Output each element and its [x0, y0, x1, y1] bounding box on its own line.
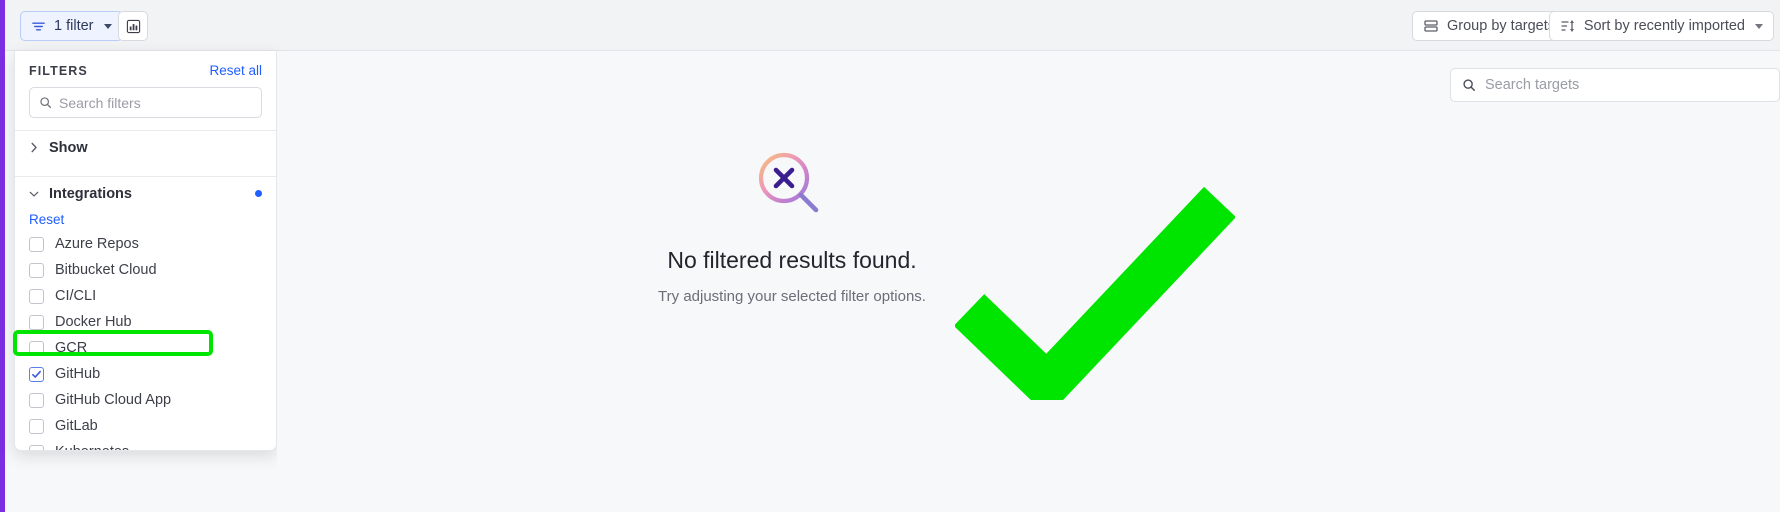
integrations-reset-wrap: Reset: [15, 210, 276, 231]
view-toggle-button[interactable]: [118, 11, 148, 41]
filter-option-docker-hub[interactable]: Docker Hub: [15, 309, 276, 335]
filter-option-ci-cli[interactable]: CI/CLI: [15, 283, 276, 309]
targets-search-box[interactable]: [1450, 68, 1780, 102]
filter-section-show-label: Show: [49, 139, 88, 156]
filter-search-input[interactable]: [59, 94, 252, 111]
empty-state-subtitle: Try adjusting your selected filter optio…: [658, 288, 926, 305]
filter-option-label: GCR: [55, 340, 88, 356]
integrations-reset-link[interactable]: Reset: [29, 212, 64, 227]
sort-by-button[interactable]: Sort by recently imported: [1548, 11, 1774, 41]
filter-option-github[interactable]: GitHub: [15, 361, 276, 387]
reset-all-link[interactable]: Reset all: [209, 63, 262, 78]
checkbox[interactable]: [29, 392, 44, 408]
filter-button[interactable]: 1 filter: [20, 11, 123, 41]
active-filter-dot-badge: [255, 190, 262, 197]
checkbox[interactable]: [29, 262, 44, 278]
search-icon: [39, 96, 52, 109]
checkbox[interactable]: [29, 314, 44, 330]
rows-icon: [1423, 18, 1439, 34]
checkbox[interactable]: [29, 340, 44, 356]
filter-section-show[interactable]: Show: [15, 131, 276, 164]
chevron-down-icon: [103, 23, 112, 29]
filter-option-bitbucket-cloud[interactable]: Bitbucket Cloud: [15, 257, 276, 283]
chevron-right-icon: [29, 142, 39, 153]
filter-option-label: GitLab: [55, 418, 98, 434]
filter-option-label: CI/CLI: [55, 288, 97, 304]
checkbox[interactable]: [29, 444, 44, 450]
search-icon: [1462, 78, 1476, 92]
filter-option-gcr[interactable]: GCR: [15, 335, 276, 361]
filter-section-integrations-label: Integrations: [49, 185, 132, 202]
main-content: No filtered results found. Try adjusting…: [277, 51, 1780, 512]
filter-option-label: Bitbucket Cloud: [55, 262, 157, 278]
filter-option-label: Kubernetes: [55, 444, 129, 450]
filter-search-box[interactable]: [29, 87, 262, 118]
filter-option-kubernetes[interactable]: Kubernetes: [15, 439, 276, 450]
top-toolbar: 1 filter Group by targets Sort by recent…: [5, 0, 1780, 51]
left-nav-rail: [0, 0, 5, 512]
targets-search-input[interactable]: [1485, 77, 1768, 93]
magnifier-x-icon: [750, 147, 834, 231]
filter-section-integrations[interactable]: Integrations: [15, 177, 276, 210]
filter-option-gitlab[interactable]: GitLab: [15, 413, 276, 439]
app-root: 1 filter Group by targets Sort by recent…: [0, 0, 1780, 512]
sort-icon: [1560, 18, 1576, 34]
filter-option-github-cloud-app[interactable]: GitHub Cloud App: [15, 387, 276, 413]
sort-by-label: Sort by recently imported: [1583, 17, 1745, 34]
chevron-down-icon: [29, 190, 39, 198]
empty-state: No filtered results found. Try adjusting…: [277, 147, 1307, 305]
filter-option-azure-repos[interactable]: Azure Repos: [15, 231, 276, 257]
filters-title: FILTERS: [29, 63, 88, 78]
chevron-down-icon: [1755, 23, 1763, 29]
chart-bar-icon: [126, 19, 141, 34]
filters-panel: FILTERS Reset all Show: [14, 51, 277, 451]
filter-option-label: Azure Repos: [55, 236, 139, 252]
filters-panel-header: FILTERS Reset all: [15, 51, 276, 78]
filter-option-label: GitHub Cloud App: [55, 392, 172, 408]
checkbox[interactable]: [29, 288, 44, 304]
empty-state-title: No filtered results found.: [667, 247, 917, 273]
filter-button-label: 1 filter: [54, 17, 94, 34]
checkbox-checked[interactable]: [29, 366, 44, 382]
filter-lines-icon: [31, 19, 46, 34]
filter-option-label: GitHub: [55, 366, 101, 382]
group-by-label: Group by targets: [1447, 17, 1555, 34]
checkbox[interactable]: [29, 236, 44, 252]
filter-option-label: Docker Hub: [55, 314, 132, 330]
checkbox[interactable]: [29, 418, 44, 434]
